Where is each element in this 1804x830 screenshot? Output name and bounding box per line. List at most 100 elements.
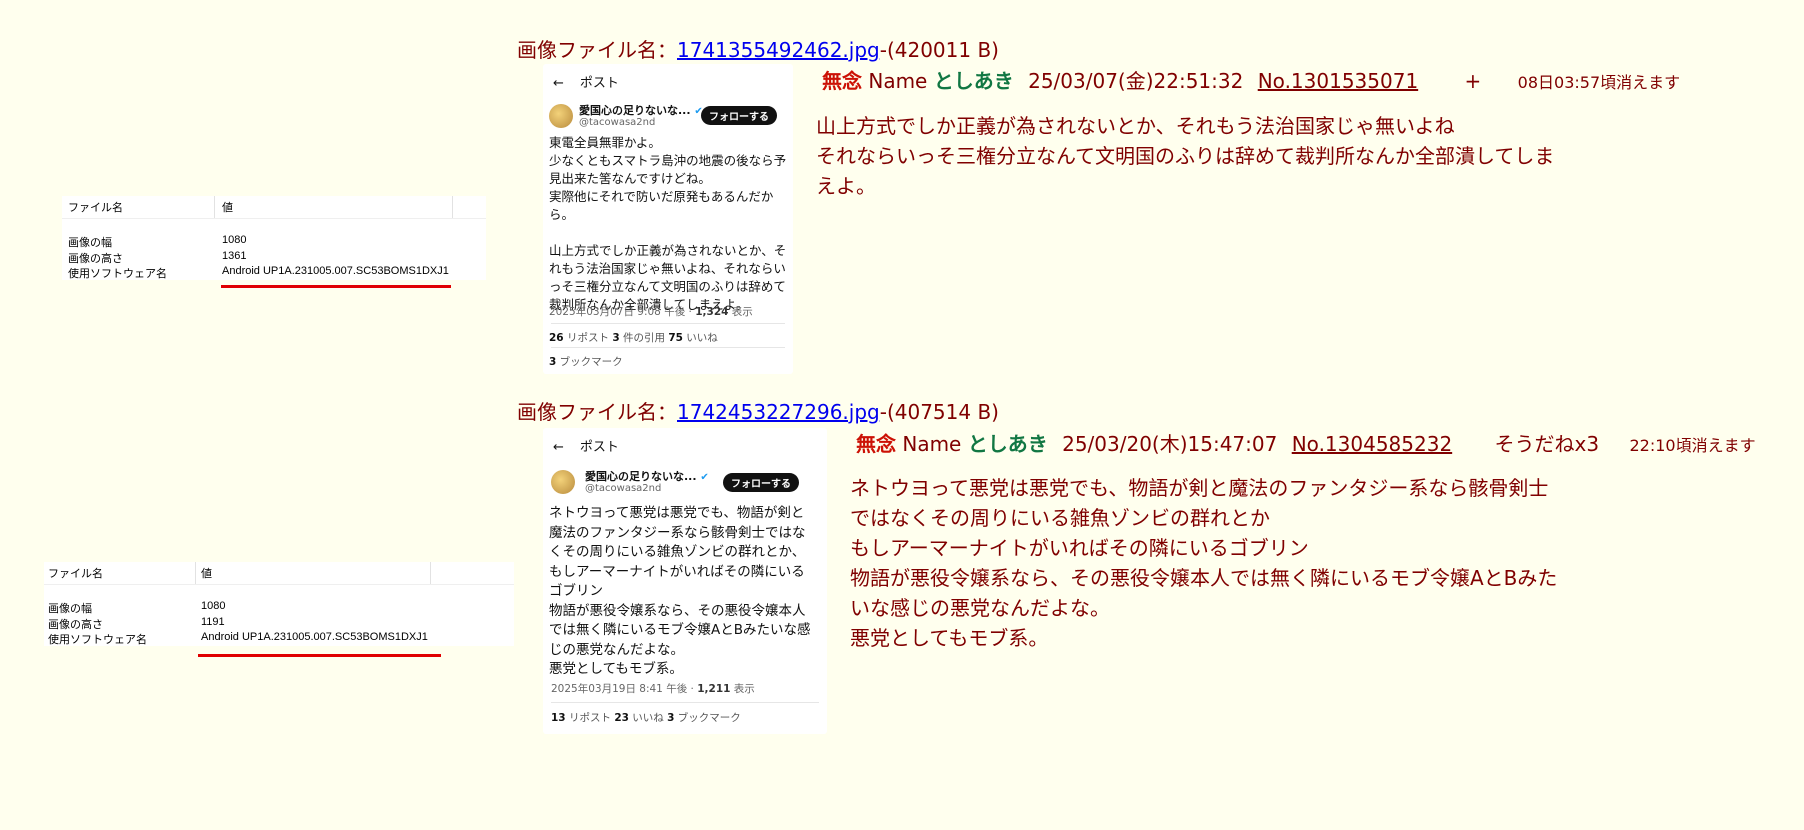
timestamp-text: 2025年03月07日 9:08 午後 · (549, 306, 696, 318)
like-label: いいね (628, 712, 668, 724)
file-label: 画像ファイル名： (517, 400, 677, 424)
timestamp-text: 2025年03月19日 8:41 午後 · (551, 683, 698, 695)
metadata-table-2: ファイル名 値 画像の幅 1080 画像の高さ 1191 使用ソフトウェア名 A… (44, 562, 514, 646)
post-line: いな感じの悪党なんだよな。 (850, 596, 1110, 620)
post-number-link[interactable]: No.1301535071 (1258, 69, 1418, 93)
thumb-line (549, 224, 786, 242)
metadata-underline-2 (198, 654, 441, 657)
account-name: 愛国心の足りないな... ✔ (579, 102, 703, 118)
thumb-line: 山上方式でしか正義が為されないとか、そ (549, 243, 787, 258)
account-label: 愛国心の足りないな... (579, 104, 691, 117)
file-link[interactable]: 1741355492462.jpg (677, 38, 880, 62)
thumb-line: 魔法のファンタジー系なら骸骨剣士ではな (549, 524, 806, 541)
post-body-1: 山上方式でしか正義が為されないとか、それもう法治国家じゃ無いよね それならいっそ… (816, 111, 1554, 201)
thumb-line: ネトウヨって悪党は悪党でも、物語が剣と (549, 505, 805, 521)
sodane-button[interactable]: そうだねx3 (1495, 432, 1600, 456)
post-date: 25/03/07(金)22:51:32 (1028, 69, 1244, 93)
views-count: 1,324 (695, 306, 729, 318)
thumb-header: ポスト (579, 440, 619, 455)
avatar (549, 104, 573, 128)
meta-divider (214, 196, 215, 218)
quote-label: 件の引用 (619, 332, 669, 344)
meta-val-height: 1191 (201, 616, 225, 628)
file-size: -(420011 B) (879, 38, 999, 62)
quote-count: 3 (612, 332, 620, 344)
meta-key-width: 画像の幅 (68, 237, 112, 249)
thumb-line: では無く隣にいるモブ令嬢AとBみたいな感 (549, 622, 811, 638)
post-date: 25/03/20(木)15:47:07 (1062, 432, 1278, 456)
name-label: Name (902, 432, 962, 456)
meta-val-width: 1080 (201, 600, 226, 612)
metadata-table-1: ファイル名 値 画像の幅 1080 画像の高さ 1361 使用ソフトウェア名 A… (62, 196, 486, 280)
post-number-link[interactable]: No.1304585232 (1292, 432, 1452, 456)
account-handle: @tacowasa2nd (585, 483, 662, 494)
expire-notice: 22:10頃消えます (1629, 436, 1756, 455)
post-line: 物語が悪役令嬢系なら、その悪役令嬢本人では無く隣にいるモブ令嬢AとBみた (850, 566, 1558, 590)
bookmark-label: ブックマーク (674, 712, 741, 724)
post-thumbnail-1[interactable]: ← ポスト 愛国心の足りないな... ✔ @tacowasa2nd フォローする … (543, 64, 793, 374)
thumb-stats: 26 リポスト 3 件の引用 75 いいね (549, 330, 718, 345)
thumb-line: 見出来た筈なんですけどね。 (549, 171, 711, 186)
post-line: 山上方式でしか正義が為されないとか、それもう法治国家じゃ無いよね (816, 114, 1455, 138)
follow-button: フォローする (723, 473, 799, 492)
poster-name: としあき (933, 69, 1014, 93)
meta-divider (195, 562, 196, 584)
thumb-line: もしアーマーナイトがいればその隣にいる (549, 563, 805, 580)
back-arrow-icon: ← (553, 76, 564, 91)
repost-label: リポスト (565, 712, 615, 724)
thumb-line: れもう法治国家じゃ無いよね、それならい (549, 261, 786, 276)
avatar (551, 470, 575, 494)
thumb-topbar: ← ポスト (553, 436, 619, 455)
meta-val-software: Android UP1A.231005.007.SC53BOMS1DXJ1 (222, 265, 449, 277)
meta-header-value: 値 (222, 202, 233, 214)
meta-header-key: ファイル名 (48, 568, 103, 580)
verified-icon: ✔ (700, 472, 709, 483)
divider (551, 702, 819, 703)
divider (551, 347, 785, 348)
meta-key-height: 画像の高さ (48, 619, 103, 631)
post-line: ネトウヨって悪党は悪党でも、物語が剣と魔法のファンタジー系なら骸骨剣士 (850, 476, 1549, 500)
account-handle: @tacowasa2nd (579, 117, 656, 128)
thumb-line: 悪党としてもモブ系。 (549, 661, 683, 677)
thumb-line: 実際他にそれで防いだ原発もあるんだか (549, 189, 774, 204)
account-label: 愛国心の足りないな... (585, 470, 697, 483)
thumb-stats-2: 3 ブックマーク (549, 354, 623, 369)
meta-divider (452, 196, 453, 218)
views-label: 表示 (728, 306, 753, 318)
meta-divider (430, 562, 431, 584)
file-info-2: 画像ファイル名：1742453227296.jpg-(407514 B) (517, 396, 999, 425)
account-name: 愛国心の足りないな... ✔ (585, 468, 709, 484)
post-line: それならいっそ三権分立なんて文明国のふりは辞めて裁判所なんか全部潰してしま (816, 144, 1555, 168)
views-label: 表示 (730, 683, 755, 695)
like-count: 23 (614, 712, 629, 724)
meta-key-height: 画像の高さ (68, 253, 123, 265)
file-size: -(407514 B) (879, 400, 999, 424)
thumb-line: くその周りにいる雑魚ゾンビの群れとか、 (549, 544, 806, 560)
divider (551, 323, 785, 324)
views-count: 1,211 (697, 683, 731, 695)
back-arrow-icon: ← (553, 440, 564, 455)
repost-count: 13 (551, 712, 566, 724)
bookmark-label: ブックマーク (556, 356, 623, 368)
expire-notice: 08日03:57頃消えます (1517, 73, 1681, 92)
follow-button: フォローする (701, 106, 777, 125)
thumb-text: ネトウヨって悪党は悪党でも、物語が剣と 魔法のファンタジー系なら骸骨剣士ではな … (549, 504, 811, 680)
thumb-line: 東電全員無罪かよ。 (549, 135, 661, 150)
repost-label: リポスト (563, 332, 613, 344)
meta-key-software: 使用ソフトウェア名 (48, 634, 147, 646)
post-header-1: 無念 Name としあき 25/03/07(金)22:51:32 No.1301… (822, 65, 1680, 94)
like-count: 75 (668, 332, 683, 344)
post-thumbnail-2[interactable]: ← ポスト 愛国心の足りないな... ✔ @tacowasa2nd フォローする … (543, 428, 827, 734)
post-body-2: ネトウヨって悪党は悪党でも、物語が剣と魔法のファンタジー系なら骸骨剣士 ではなく… (850, 473, 1557, 653)
post-line: えよ。 (816, 174, 876, 198)
post-line: ではなくその周りにいる雑魚ゾンビの群れとか (850, 506, 1270, 530)
thumb-line: 物語が悪役令嬢系なら、その悪役令嬢本人 (549, 602, 806, 619)
name-label: Name (868, 69, 928, 93)
sodane-button[interactable]: + (1465, 69, 1482, 93)
thumb-topbar: ← ポスト (553, 72, 619, 91)
file-link[interactable]: 1742453227296.jpg (677, 400, 880, 424)
thumb-timestamp: 2025年03月19日 8:41 午後 · 1,211 表示 (551, 681, 755, 696)
thumb-stats: 13 リポスト 23 いいね 3 ブックマーク (551, 710, 741, 725)
poster-name: としあき (967, 432, 1048, 456)
thumb-line: 少なくともスマトラ島沖の地震の後なら予 (549, 153, 787, 168)
